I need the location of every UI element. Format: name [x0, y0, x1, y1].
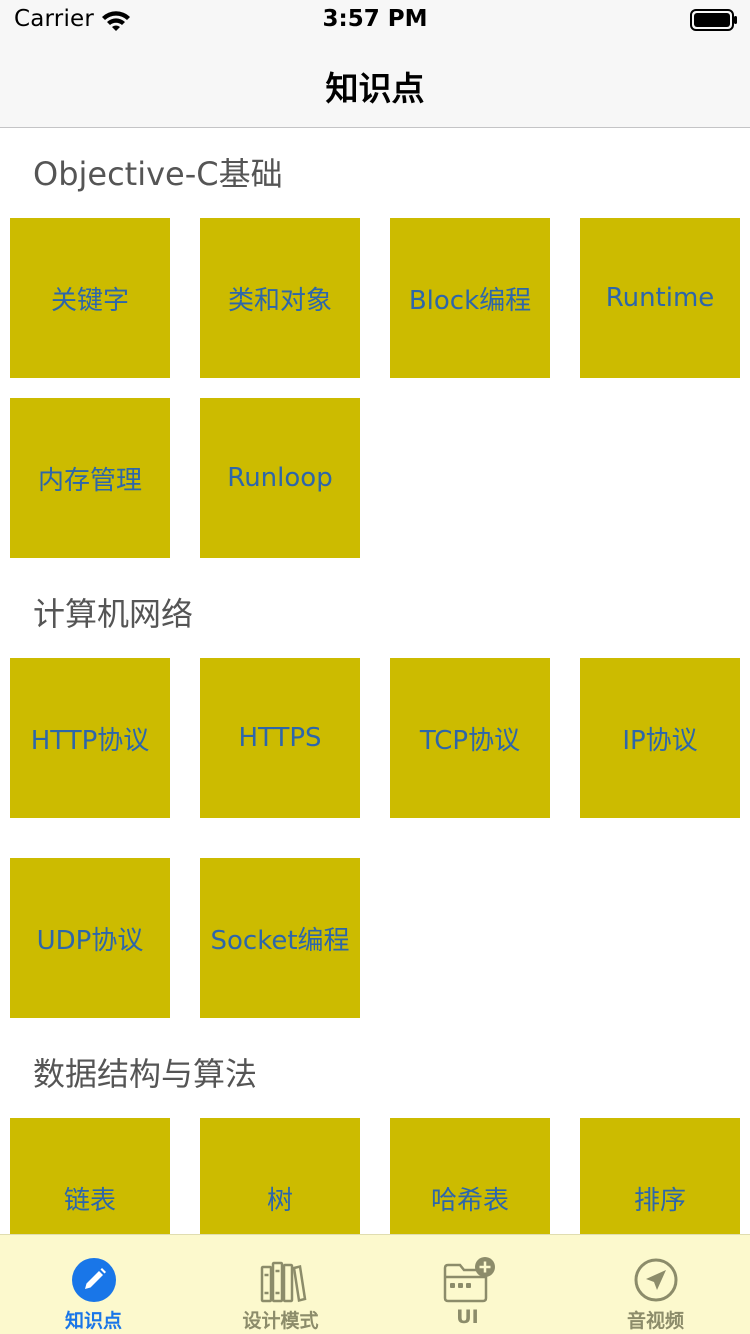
- tab-label-design-patterns: 设计模式: [242, 1310, 319, 1332]
- tile-https[interactable]: HTTPS: [200, 658, 360, 818]
- tab-audio-video[interactable]: 音视频: [561, 1235, 750, 1334]
- tile-sorting[interactable]: 排序: [580, 1118, 740, 1234]
- tile-hash-table[interactable]: 哈希表: [390, 1118, 550, 1234]
- folder-add-icon: [443, 1257, 495, 1303]
- pencil-circle-icon: [71, 1258, 116, 1302]
- navigation-bar: 知识点: [0, 40, 750, 128]
- tile-classes-objects[interactable]: 类和对象: [200, 218, 360, 378]
- tab-ui[interactable]: UI: [374, 1235, 561, 1334]
- knowledge-grid[interactable]: Objective-C基础 关键字 类和对象 Block编程 Runtime 内…: [0, 129, 750, 1234]
- tile-memory-management[interactable]: 内存管理: [10, 398, 170, 558]
- page-title: 知识点: [325, 69, 425, 108]
- books-icon: [260, 1261, 306, 1303]
- tile-block[interactable]: Block编程: [390, 218, 550, 378]
- tile-ip[interactable]: IP协议: [580, 658, 740, 818]
- tile-http[interactable]: HTTP协议: [10, 658, 170, 818]
- tab-label-knowledge: 知识点: [64, 1310, 122, 1332]
- status-bar: Carrier 3:57 PM: [0, 0, 750, 40]
- tab-label-ui: UI: [456, 1306, 479, 1328]
- section-title-network: 计算机网络: [33, 595, 194, 633]
- tile-udp[interactable]: UDP协议: [10, 858, 170, 1018]
- status-time: 3:57 PM: [322, 6, 428, 32]
- tab-design-patterns[interactable]: 设计模式: [187, 1235, 374, 1334]
- tile-tcp[interactable]: TCP协议: [390, 658, 550, 818]
- tab-knowledge[interactable]: 知识点: [0, 1235, 187, 1334]
- section-title-algorithms: 数据结构与算法: [33, 1055, 258, 1093]
- send-circle-icon: [634, 1258, 677, 1302]
- section-title-objc: Objective-C基础: [33, 155, 283, 193]
- tile-socket[interactable]: Socket编程: [200, 858, 360, 1018]
- tab-bar: 知识点 设计模式 UI 音视频: [0, 1234, 750, 1334]
- tile-runloop[interactable]: Runloop: [200, 398, 360, 558]
- tile-tree[interactable]: 树: [200, 1118, 360, 1234]
- tile-linked-list[interactable]: 链表: [10, 1118, 170, 1234]
- tile-runtime[interactable]: Runtime: [580, 218, 740, 378]
- tab-label-audio-video: 音视频: [626, 1310, 684, 1332]
- tile-keywords[interactable]: 关键字: [10, 218, 170, 378]
- app-screen: Carrier 3:57 PM 知识点 Objective-C基础 关键字 类和…: [0, 0, 750, 1334]
- battery-icon: [690, 9, 737, 31]
